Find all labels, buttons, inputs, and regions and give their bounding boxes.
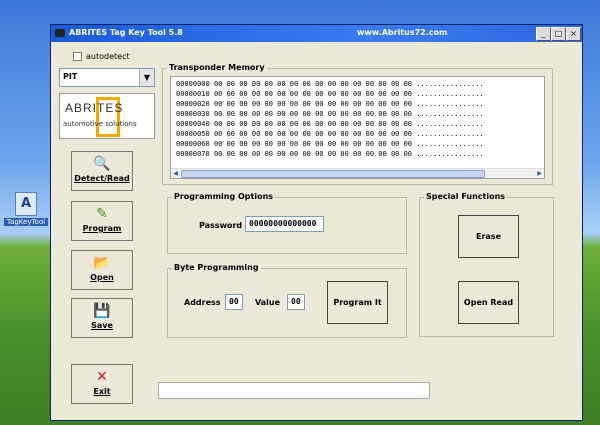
memory-row: 00000040 00 00 00 00 00 00 00 00 00 00 0…: [176, 120, 484, 128]
autodetect-label: autodetect: [86, 52, 130, 61]
scroll-thumb[interactable]: [181, 170, 485, 178]
tagkeytool-icon: A: [15, 192, 37, 216]
open-label: Open: [90, 273, 114, 282]
transponder-type-value: PIT: [63, 72, 78, 81]
desktop-icon-tagkeytool[interactable]: A TagKeyTool: [4, 192, 48, 226]
special-functions-title: Special Functions: [424, 192, 508, 201]
app-icon: [55, 29, 65, 37]
password-label: Password: [199, 221, 243, 230]
memory-row: 00000070 00 00 00 00 00 00 00 00 00 00 0…: [176, 150, 484, 158]
folder-icon: 📂: [93, 255, 111, 271]
status-bar: [158, 382, 430, 399]
desktop-icon-label: TagKeyTool: [4, 218, 48, 226]
scroll-right-icon[interactable]: ▶: [535, 169, 544, 178]
x-icon: ✕: [96, 369, 108, 385]
memory-hex-view[interactable]: 00000000 00 00 00 00 00 00 00 00 00 00 0…: [170, 76, 545, 179]
memory-row: 00000050 00 00 00 00 00 00 00 00 00 00 0…: [176, 130, 484, 138]
memory-row: 00000060 00 00 00 00 00 00 00 00 00 00 0…: [176, 140, 484, 148]
exit-label: Exit: [93, 387, 111, 396]
floppy-icon: 💾: [93, 303, 111, 319]
value-label: Value: [255, 298, 281, 307]
logo-tagline: automotive solutions: [63, 120, 137, 128]
main-window: ABRITES Tag Key Tool 5.8 www.Abritus72.c…: [50, 24, 583, 421]
save-button[interactable]: 💾 Save: [71, 298, 133, 338]
program-label: Program: [82, 224, 122, 233]
memory-row: 00000020 00 00 00 00 00 00 00 00 00 00 0…: [176, 100, 484, 108]
transponder-type-select[interactable]: PIT ▼: [59, 68, 155, 87]
password-field[interactable]: 00000000000000: [245, 216, 324, 232]
title-bar[interactable]: ABRITES Tag Key Tool 5.8 www.Abritus72.c…: [51, 25, 582, 42]
address-label: Address: [184, 298, 221, 307]
window-title: ABRITES Tag Key Tool 5.8: [69, 28, 183, 37]
erase-button[interactable]: Erase: [458, 215, 519, 258]
program-it-button[interactable]: Program It: [327, 281, 388, 324]
minimize-button[interactable]: _: [536, 27, 551, 41]
horizontal-scrollbar[interactable]: ◀ ▶: [171, 168, 544, 178]
save-label: Save: [91, 321, 113, 330]
logo-brand: ABRITES: [65, 101, 124, 115]
open-button[interactable]: 📂 Open: [71, 250, 133, 290]
abrites-logo: ABRITES automotive solutions: [59, 93, 155, 139]
window-url: www.Abritus72.com: [357, 28, 448, 37]
transponder-memory-title: Transponder Memory: [167, 63, 267, 72]
scroll-left-icon[interactable]: ◀: [171, 169, 180, 178]
close-button[interactable]: ×: [566, 27, 581, 41]
magnifier-icon: 🔍: [93, 156, 111, 172]
checkbox-box[interactable]: [73, 52, 82, 61]
memory-row: 00000010 00 00 00 00 00 00 00 00 00 00 0…: [176, 90, 484, 98]
detect-read-button[interactable]: 🔍 Detect/Read: [71, 151, 133, 191]
autodetect-checkbox[interactable]: autodetect: [69, 52, 130, 62]
maximize-button[interactable]: □: [551, 27, 566, 41]
memory-row: 00000030 00 00 00 00 00 00 00 00 00 00 0…: [176, 110, 484, 118]
program-button[interactable]: ✎ Program: [71, 201, 133, 241]
open-read-button[interactable]: Open Read: [458, 281, 519, 324]
exit-button[interactable]: ✕ Exit: [71, 364, 133, 404]
detect-read-label: Detect/Read: [74, 174, 130, 183]
memory-row: 00000000 00 00 00 00 00 00 00 00 00 00 0…: [176, 80, 484, 88]
programming-options-title: Programming Options: [172, 192, 276, 201]
address-field[interactable]: 00: [225, 294, 243, 310]
value-field[interactable]: 00: [287, 294, 305, 310]
byte-programming-title: Byte Programming: [172, 263, 261, 272]
pen-icon: ✎: [96, 206, 108, 222]
chevron-down-icon[interactable]: ▼: [139, 69, 154, 86]
